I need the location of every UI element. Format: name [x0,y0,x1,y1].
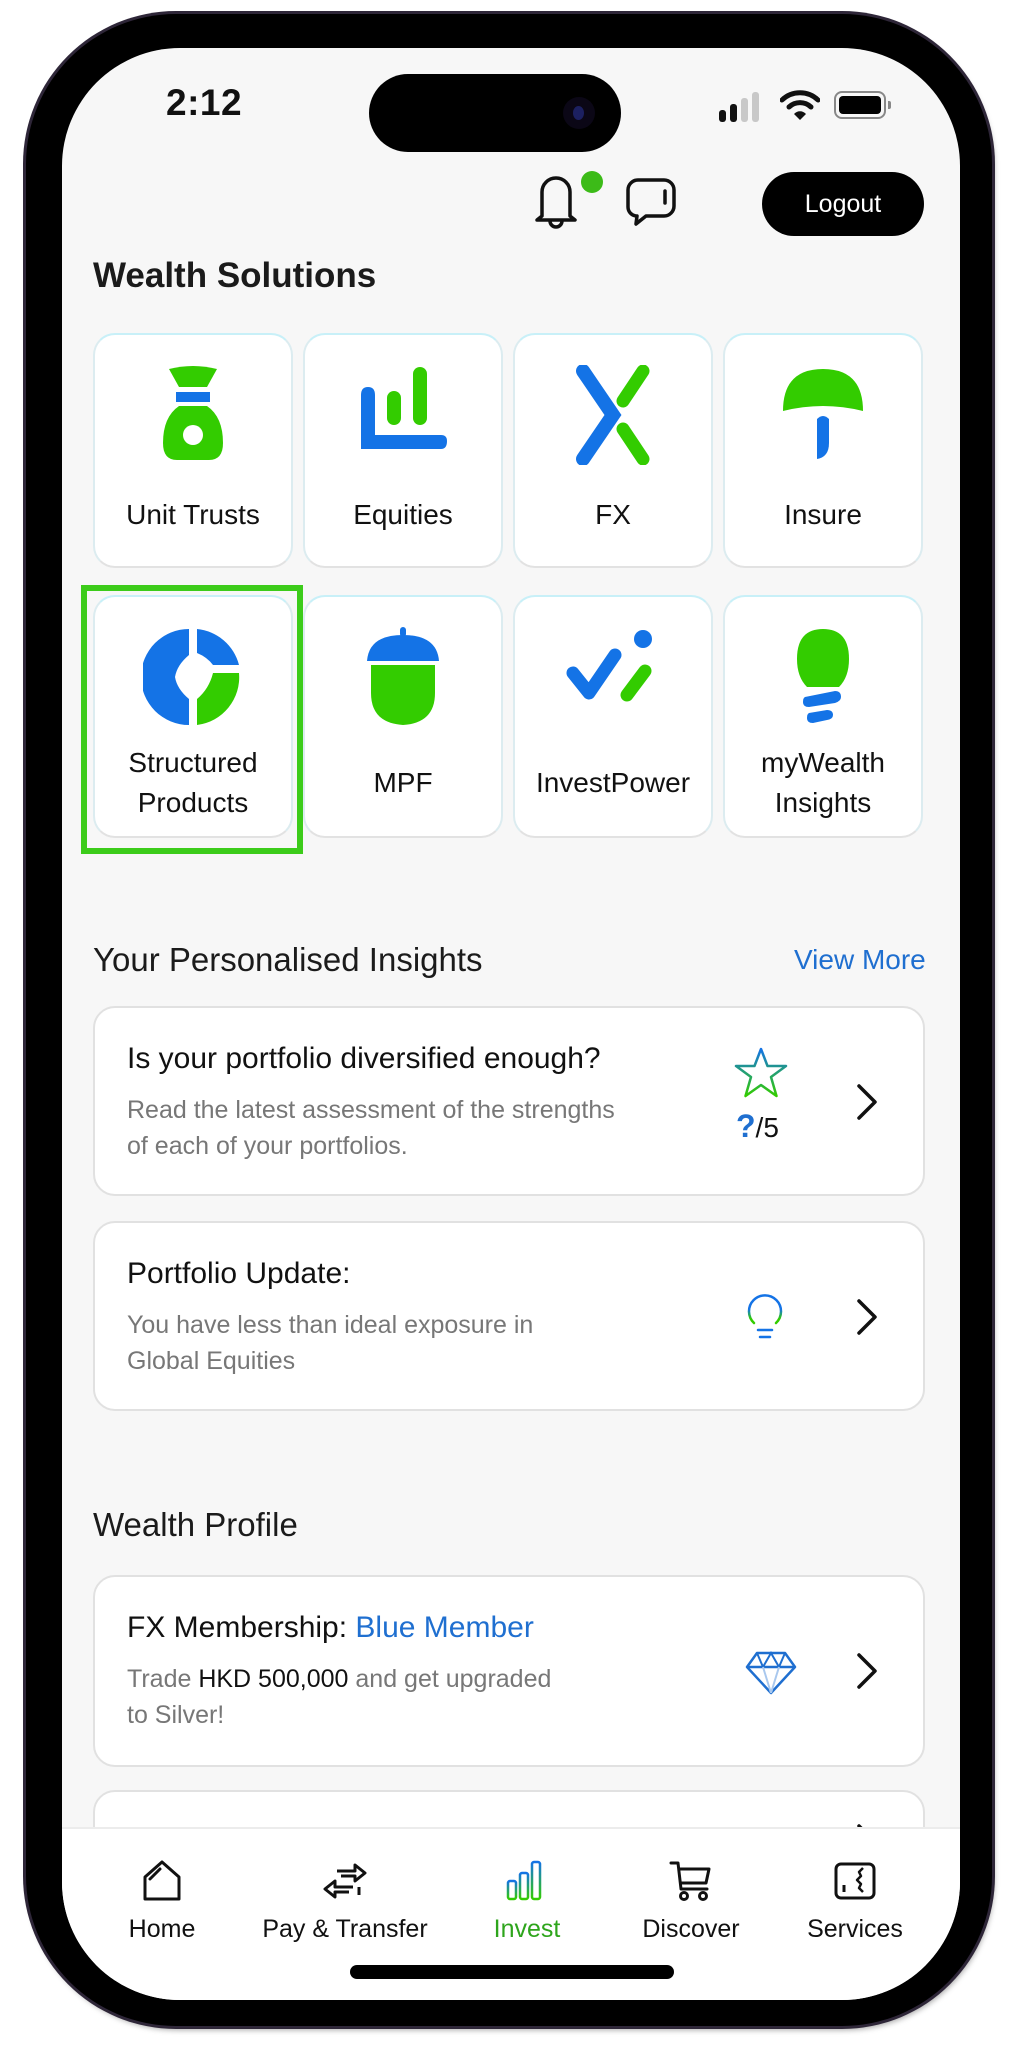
pie-segment-icon [143,629,240,725]
tile-unit-trusts[interactable]: Unit Trusts [93,333,293,568]
insights-title: Your Personalised Insights [93,941,483,978]
tile-label: MPF [373,767,433,798]
insight-card-portfolio-update[interactable]: Portfolio Update: You have less than ide… [93,1221,925,1411]
cellular-signal-icon [719,92,765,122]
desc-text: Trade [127,1665,199,1693]
money-bag-icon [163,366,223,460]
chat-bubble-icon[interactable] [626,176,676,228]
card-desc-line1: You have less than ideal exposure in [127,1311,534,1339]
fx-membership-card[interactable]: FX Membership: Blue Member Trade HKD 500… [93,1575,925,1767]
diamond-icon [745,1651,797,1695]
acorn-icon [367,627,439,725]
tab-home[interactable]: Home [77,1829,247,1949]
dynamic-island [369,74,621,152]
tab-pay-transfer[interactable]: Pay & Transfer [260,1829,430,1949]
camera-lens [563,97,595,129]
home-indicator[interactable] [350,1965,674,1979]
tile-label: Unit Trusts [126,499,260,530]
desc-text: and get upgraded [348,1665,552,1693]
fx-desc-line2: to Silver! [127,1701,225,1729]
tab-label: Invest [493,1915,561,1943]
cart-icon [669,1861,711,1901]
rating-value: ? [736,1108,756,1144]
lightbulb-outline-icon [747,1294,783,1339]
tile-label-line1: Structured [128,747,258,778]
bar-chart-icon [361,367,447,449]
trade-amount: HKD 500,000 [198,1665,349,1693]
card-desc-line2: Global Equities [127,1347,296,1375]
tab-label: Home [128,1915,196,1943]
tile-mpf[interactable]: MPF [303,595,503,838]
home-icon [143,1860,181,1901]
tab-discover[interactable]: Discover [606,1829,776,1949]
card-title: Portfolio Update: [127,1257,351,1290]
tile-equities[interactable]: Equities [303,333,503,568]
tile-label-line2: Products [137,787,249,818]
tile-label: Insure [784,499,862,530]
fx-cross-icon [576,365,650,465]
rating-max: /5 [755,1112,779,1143]
wealth-solutions-title: Wealth Solutions [93,256,377,295]
rating-display: ?/5 [736,1108,779,1145]
insight-card-diversification[interactable]: Is your portfolio diversified enough? Re… [93,1006,925,1196]
tab-label: Discover [642,1915,740,1943]
logout-button[interactable]: Logout [762,172,924,236]
tile-label: InvestPower [535,767,691,798]
tab-invest[interactable]: Invest [442,1829,612,1949]
notification-badge [581,171,603,193]
battery-icon [834,91,891,119]
chevron-right-icon [857,1299,877,1335]
card-title: Is your portfolio diversified enough? [127,1042,601,1075]
chevron-right-icon [857,1084,877,1120]
services-card-icon [834,1862,876,1900]
tile-label-line1: myWealth [761,747,885,778]
tile-label: FX [595,499,631,530]
tab-label: Pay & Transfer [262,1915,428,1943]
membership-tier: Blue Member [355,1611,534,1644]
fx-membership-label: FX Membership: [127,1611,356,1644]
app-screen: 2:12 Logout Wealth Solutions Unit Trusts [62,48,960,2000]
check-dot-icon [566,630,652,702]
tile-fx[interactable]: FX [513,333,713,568]
umbrella-icon [783,369,863,459]
view-more-link[interactable]: View More [794,944,926,976]
chevron-right-icon [857,1653,877,1689]
transfer-arrows-icon [323,1863,367,1899]
tile-insure[interactable]: Insure [723,333,923,568]
tab-services[interactable]: Services [770,1829,940,1949]
status-time: 2:12 [166,82,243,123]
tile-mywealth-insights[interactable]: myWealth Insights [723,595,923,838]
wealth-profile-title: Wealth Profile [93,1506,298,1543]
tile-label: Equities [353,499,453,530]
lightbulb-icon [797,629,849,723]
tile-structured-products[interactable]: Structured Products [93,595,293,838]
wifi-icon [780,90,820,120]
fx-membership-title: FX Membership: Blue Member [127,1611,534,1645]
fx-desc-line1: Trade HKD 500,000 and get upgraded [127,1661,551,1697]
tab-label: Services [807,1915,903,1943]
bell-icon[interactable] [532,170,580,230]
card-desc-line1: Read the latest assessment of the streng… [127,1096,615,1124]
invest-bars-icon [506,1860,547,1901]
card-desc-line2: of each of your portfolios. [127,1132,408,1160]
tile-investpower[interactable]: InvestPower [513,595,713,838]
tile-label-line2: Insights [774,787,872,818]
star-outline-icon [734,1047,788,1098]
